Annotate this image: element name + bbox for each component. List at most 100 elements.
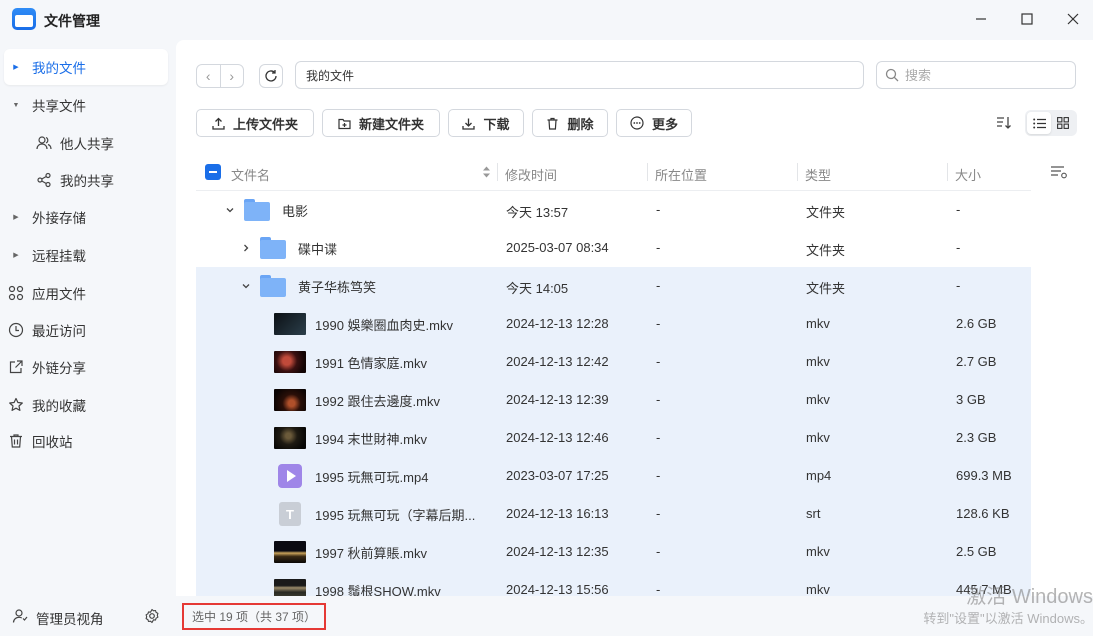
search-icon [885, 68, 899, 82]
settings-gear-icon[interactable] [144, 608, 160, 627]
delete-button[interactable]: 删除 [532, 109, 608, 137]
sidebar-item-label: 他人共享 [60, 137, 114, 152]
file-size: 128.6 KB [956, 506, 1010, 521]
column-header-modified[interactable]: 修改时间 [505, 165, 557, 184]
file-size: 2.6 GB [956, 316, 997, 331]
sidebar-item-label: 外链分享 [32, 361, 86, 376]
new-folder-label: 新建文件夹 [358, 116, 424, 132]
apps-grid-icon [4, 285, 28, 301]
admin-view-label[interactable]: 管理员视角 [36, 608, 104, 628]
sidebar-item-recent[interactable]: 最近访问 [4, 312, 168, 348]
column-header-location[interactable]: 所在位置 [655, 165, 707, 184]
modified-time: 2024-12-13 12:28 [506, 316, 609, 331]
table-row[interactable]: 碟中谍 2025-03-07 08:34 - 文件夹 - [196, 229, 1031, 267]
sidebar-item-label: 最近访问 [32, 324, 86, 339]
path-bar[interactable]: 我的文件 [295, 61, 864, 89]
modified-time: 2024-12-13 12:42 [506, 354, 609, 369]
modified-time: 2024-12-13 15:56 [506, 582, 609, 596]
location: - [656, 240, 661, 255]
upload-folder-label: 上传文件夹 [232, 116, 298, 132]
sidebar-item-my-files[interactable]: ▶ 我的文件 [4, 49, 168, 85]
close-button[interactable] [1061, 8, 1085, 30]
more-dots-icon [630, 116, 644, 130]
video-thumbnail [274, 389, 306, 411]
location: - [656, 582, 661, 596]
list-view-icon [1032, 118, 1046, 128]
admin-user-icon [12, 608, 28, 627]
back-button[interactable]: ‹ [197, 65, 221, 87]
column-settings-icon[interactable] [1050, 165, 1068, 182]
new-folder-button[interactable]: 新建文件夹 [322, 109, 440, 137]
location: - [656, 354, 661, 369]
sidebar-item-label: 我的文件 [32, 61, 86, 76]
more-button[interactable]: 更多 [616, 109, 692, 137]
search-input[interactable] [905, 67, 1065, 83]
sidebar-item-shared-by-others[interactable]: 他人共享 [4, 125, 168, 161]
minimize-button[interactable] [969, 8, 993, 30]
column-header-type[interactable]: 类型 [805, 165, 831, 184]
table-row[interactable]: 1990 娛樂圈血肉史.mkv 2024-12-13 12:28 - mkv 2… [196, 305, 1031, 343]
app-logo-icon [12, 8, 36, 30]
grid-view-button[interactable] [1051, 112, 1075, 134]
sidebar-item-shared-files[interactable]: ▼ 共享文件 [4, 87, 168, 123]
file-type: 文件夹 [806, 281, 846, 296]
chevron-down-icon[interactable] [238, 281, 254, 291]
column-divider[interactable] [647, 163, 648, 181]
sidebar-item-external-storage[interactable]: ▶ 外接存储 [4, 199, 168, 235]
sort-arrows-icon[interactable] [482, 165, 491, 182]
table-row[interactable]: 1997 秋前算賬.mkv 2024-12-13 12:35 - mkv 2.5… [196, 533, 1031, 571]
users-icon [32, 135, 56, 151]
file-name: 1992 跟住去邊度.mkv [315, 393, 440, 409]
file-type: mkv [806, 544, 830, 559]
table-row[interactable]: 1998 鬚根SHOW.mkv 2024-12-13 15:56 - mkv 4… [196, 571, 1031, 596]
video-thumbnail [274, 541, 306, 563]
upload-folder-button[interactable]: 上传文件夹 [196, 109, 314, 137]
list-view-button[interactable] [1027, 112, 1051, 134]
video-thumbnail [274, 351, 306, 373]
column-header-name[interactable]: 文件名 [231, 165, 270, 184]
forward-button[interactable]: › [221, 65, 244, 87]
file-list: 电影 今天 13:57 - 文件夹 - 碟中谍 2025-03-07 08:34… [196, 191, 1031, 596]
column-divider[interactable] [797, 163, 798, 181]
folder-icon [260, 237, 286, 259]
sidebar-item-recycle-bin[interactable]: 回收站 [4, 423, 168, 459]
sort-button[interactable] [992, 112, 1016, 134]
sidebar-item-favorites[interactable]: 我的收藏 [4, 387, 168, 423]
sidebar-footer: 管理员视角 [0, 596, 176, 636]
video-file-icon [278, 464, 302, 488]
chevron-down-icon[interactable] [222, 205, 238, 215]
chevron-right-icon[interactable] [238, 243, 254, 253]
sidebar-item-remote-mount[interactable]: ▶ 远程挂载 [4, 237, 168, 273]
file-name: 碟中谍 [298, 241, 338, 257]
more-label: 更多 [651, 116, 678, 132]
column-divider[interactable] [497, 163, 498, 181]
location: - [656, 392, 661, 407]
table-row[interactable]: 1994 末世財神.mkv 2024-12-13 12:46 - mkv 2.3… [196, 419, 1031, 457]
file-size: 3 GB [956, 392, 986, 407]
modified-time: 2024-12-13 12:39 [506, 392, 609, 407]
table-row[interactable]: T 1995 玩無可玩（字幕后期... 2024-12-13 16:13 - s… [196, 495, 1031, 533]
column-divider[interactable] [947, 163, 948, 181]
table-row[interactable]: 1991 色情家庭.mkv 2024-12-13 12:42 - mkv 2.7… [196, 343, 1031, 381]
select-all-checkbox[interactable] [205, 164, 221, 180]
refresh-button[interactable] [259, 64, 283, 88]
search-box[interactable] [876, 61, 1076, 89]
table-row[interactable]: 电影 今天 13:57 - 文件夹 - [196, 191, 1031, 229]
location: - [656, 202, 661, 217]
file-name: 1995 玩無可玩（字幕后期... [315, 507, 476, 523]
download-button[interactable]: 下载 [448, 109, 524, 137]
maximize-button[interactable] [1015, 8, 1039, 30]
selection-count: 选中 19 项（共 37 项） [182, 603, 327, 630]
breadcrumb-current[interactable]: 我的文件 [306, 67, 354, 84]
file-size: 2.5 GB [956, 544, 997, 559]
file-type: mkv [806, 582, 830, 596]
column-header-size[interactable]: 大小 [955, 165, 981, 184]
sidebar-item-app-files[interactable]: 应用文件 [4, 275, 168, 311]
table-row[interactable]: 黄子华栋笃笑 今天 14:05 - 文件夹 - [196, 267, 1031, 305]
table-row[interactable]: 1992 跟住去邊度.mkv 2024-12-13 12:39 - mkv 3 … [196, 381, 1031, 419]
sidebar-item-label: 回收站 [32, 435, 73, 450]
table-row[interactable]: 1995 玩無可玩.mp4 2023-03-07 17:25 - mp4 699… [196, 457, 1031, 495]
location: - [656, 544, 661, 559]
sidebar-item-link-share[interactable]: 外链分享 [4, 349, 168, 385]
sidebar-item-my-shares[interactable]: 我的共享 [4, 162, 168, 198]
